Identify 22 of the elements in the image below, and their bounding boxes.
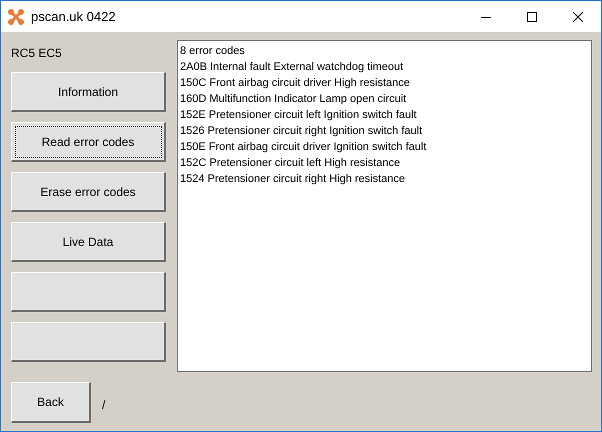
output-line: 152E Pretensioner circuit left Ignition switch fault [180, 108, 417, 123]
output-line: 150E Front airbag circuit driver Ignition switch fault [180, 140, 426, 155]
status-text: / [102, 396, 106, 414]
back-button[interactable]: Back [11, 382, 91, 423]
action-button[interactable] [11, 272, 166, 312]
app-logo-icon [7, 8, 25, 26]
close-icon [573, 12, 583, 22]
action-button[interactable] [11, 322, 166, 362]
action-button[interactable]: Erase error codes [11, 172, 166, 212]
window-title: pscan.uk 0422 [31, 8, 116, 26]
output-line: 160D Multifunction Indicator Lamp open circuit [180, 92, 406, 107]
output-line: 1526 Pretensioner circuit right Ignition switch fault [180, 124, 422, 139]
module-label: RC5 EC5 [11, 46, 63, 61]
output-line: 2A0B Internal fault External watchdog timeout [180, 60, 404, 75]
maximize-icon [527, 12, 537, 22]
output-line: 152C Pretensioner circuit left High resistance [180, 156, 400, 171]
action-button[interactable]: Live Data [11, 222, 166, 262]
output-line: 8 error codes [180, 44, 245, 59]
action-button[interactable]: Information [11, 72, 166, 112]
action-button[interactable]: Read error codes [11, 122, 166, 162]
output-line: 150C Front airbag circuit driver High resistance [180, 76, 410, 91]
output-line: 1524 Pretensioner circuit right High resistance [180, 172, 406, 187]
